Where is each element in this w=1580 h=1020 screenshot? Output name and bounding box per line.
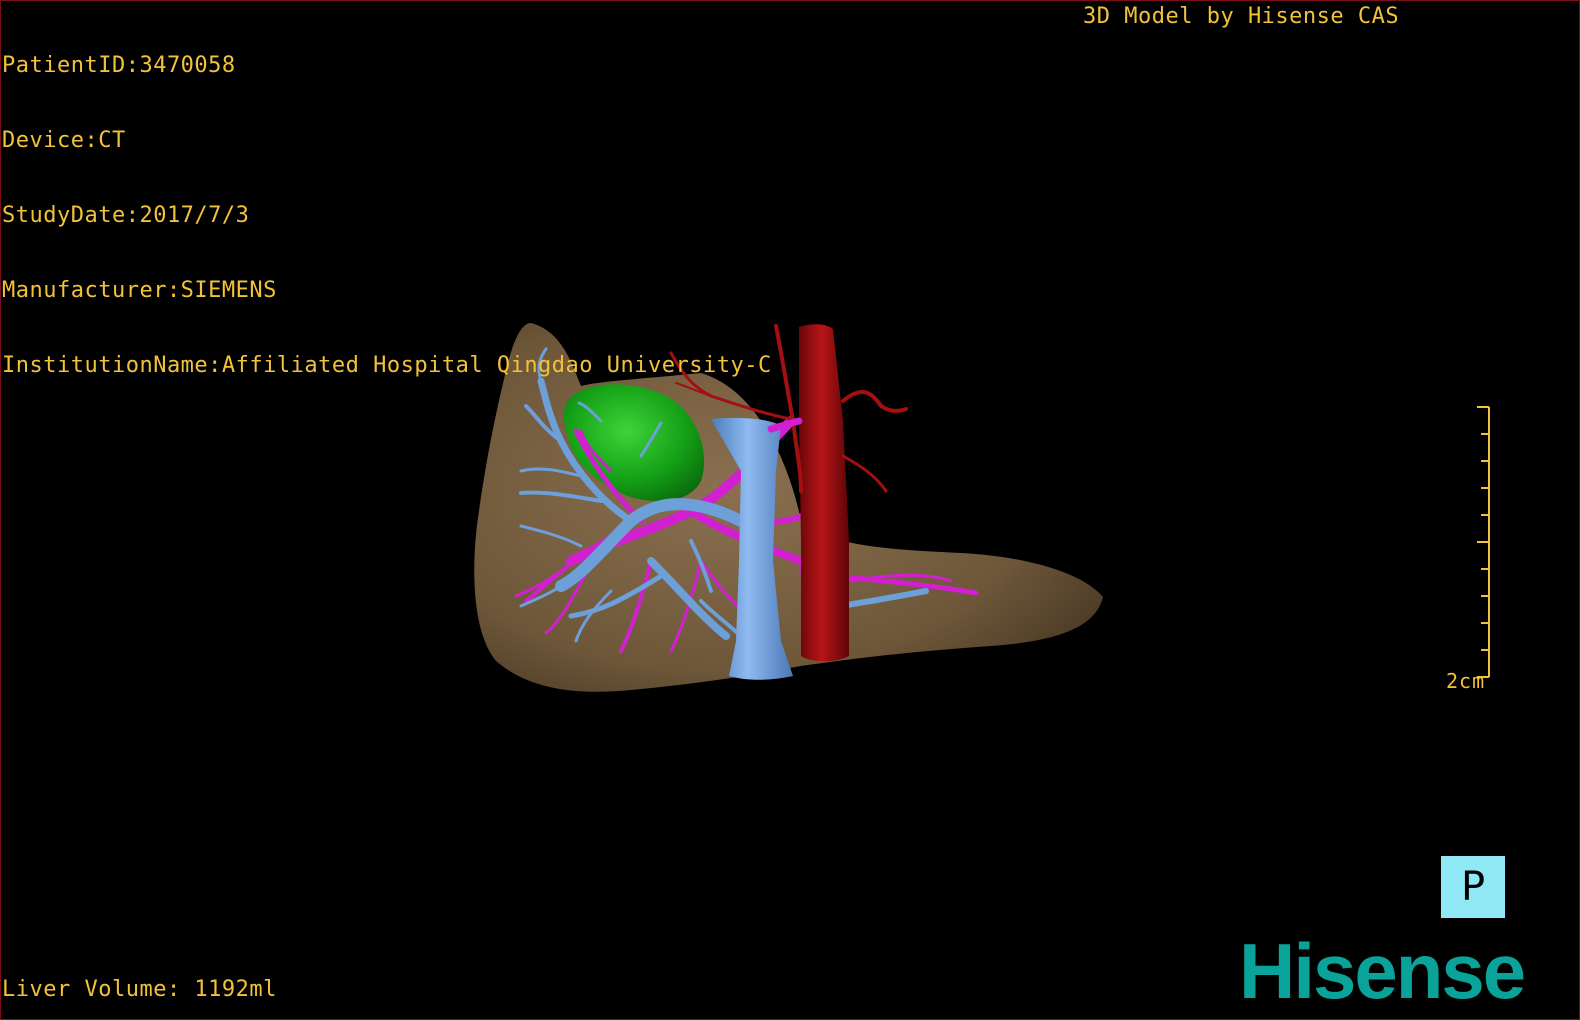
scale-bar-label: 2cm — [1446, 669, 1486, 693]
institution-text: InstitutionName:Affiliated Hospital Qing… — [2, 353, 772, 378]
liver-volume-text: Liver Volume: 1192ml — [2, 977, 277, 1002]
3d-viewport[interactable]: PatientID:3470058 Device:CT StudyDate:20… — [0, 0, 1580, 1020]
aorta — [799, 324, 849, 662]
patient-info-overlay: PatientID:3470058 Device:CT StudyDate:20… — [2, 3, 772, 428]
hisense-logo: Hisense — [1239, 927, 1526, 1015]
model-credit-text: 3D Model by Hisense CAS — [1083, 4, 1400, 29]
orientation-marker-button[interactable]: P — [1441, 856, 1505, 918]
patient-id-text: PatientID:3470058 — [2, 53, 236, 78]
device-text: Device:CT — [2, 128, 126, 153]
study-date-text: StudyDate:2017/7/3 — [2, 203, 250, 228]
scale-bar — [1477, 406, 1490, 678]
manufacturer-text: Manufacturer:SIEMENS — [2, 278, 277, 303]
